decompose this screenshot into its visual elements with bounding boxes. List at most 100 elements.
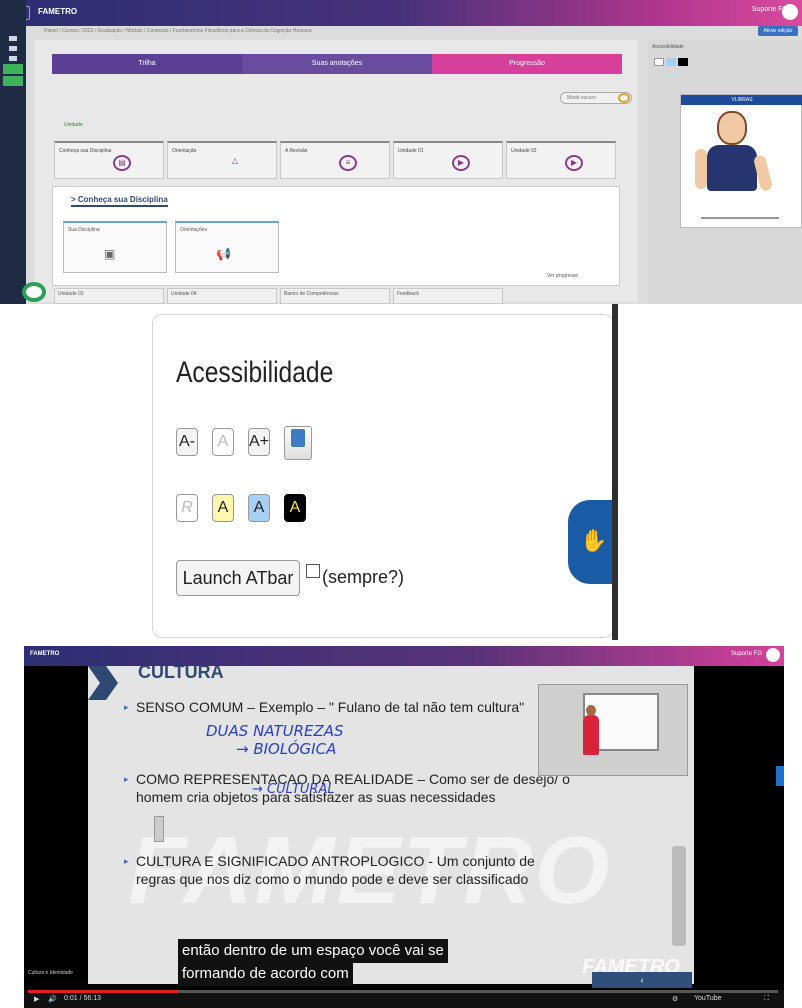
- slide-side-tab[interactable]: [154, 816, 164, 842]
- triangle-icon: △: [231, 156, 239, 165]
- edit-mode-button[interactable]: Ativar edição: [758, 26, 798, 36]
- video-user[interactable]: Suporte FG: [731, 651, 762, 657]
- handwritten-note: → BIOLÓGICA: [236, 740, 337, 758]
- bottom-tab[interactable]: Banco de Competências: [280, 288, 390, 304]
- contrast-swatch[interactable]: [666, 58, 676, 66]
- activity-card[interactable]: A Revisão ≡: [280, 141, 390, 179]
- youtube-logo[interactable]: YouTube: [694, 995, 722, 1002]
- video-player[interactable]: FAMETRO FAMETRO CULTURA SENSO COMUM – Ex…: [24, 646, 784, 1008]
- slide-bullet: SENSO COMUM – Exemplo – " Fulano de tal …: [124, 698, 576, 716]
- section-panel: > Conheça sua Disciplina Sua Disciplina ▣…: [52, 186, 620, 286]
- left-caption: Cultura e Identidade: [28, 970, 74, 976]
- play-icon: ▶: [565, 155, 583, 171]
- progress-bar[interactable]: [28, 990, 778, 993]
- video-avatar[interactable]: [766, 648, 780, 662]
- avatar-head: [717, 111, 747, 145]
- brand-logo: FAMETRO: [38, 7, 78, 16]
- dark-mode-toggle[interactable]: Modo escuro: [560, 92, 632, 104]
- progress-link[interactable]: Ver progresso: [547, 273, 578, 279]
- slide-bullet: CULTURA E SIGNIFICADO ANTROPLOGICO - Um …: [124, 852, 576, 888]
- always-checkbox[interactable]: [306, 564, 320, 578]
- play-icon[interactable]: ▶: [34, 995, 39, 1003]
- user-avatar[interactable]: [782, 4, 798, 20]
- handwritten-note: → CULTURAL: [252, 782, 335, 797]
- tab-progressao[interactable]: Progressão: [432, 54, 622, 74]
- activity-label: Orientação: [172, 148, 197, 154]
- accessibility-title: Acessibilidade: [176, 356, 334, 389]
- bottom-tab[interactable]: Feedback: [393, 288, 503, 304]
- contrast-blue-button[interactable]: A: [248, 494, 270, 522]
- bottom-tab[interactable]: Unidade 03: [54, 288, 164, 304]
- contrast-black-button[interactable]: A: [284, 494, 306, 522]
- download-icon[interactable]: [284, 426, 312, 460]
- fullscreen-icon[interactable]: ⛶: [764, 995, 769, 1003]
- always-label: (sempre?): [322, 567, 405, 587]
- unit-tag: Unidade: [64, 122, 83, 128]
- contrast-swatch[interactable]: [678, 58, 688, 66]
- activity-label: A Revisão: [285, 148, 308, 154]
- breadcrumb[interactable]: Painel / Cursos / 2023 / Graduação / Mód…: [44, 28, 312, 34]
- contrast-yellow-button[interactable]: A: [212, 494, 234, 522]
- avatar-body: [707, 145, 757, 191]
- settings-icon[interactable]: ⚙: [672, 995, 678, 1003]
- speed-slider[interactable]: [701, 217, 779, 219]
- subactivity-label: Orientações: [180, 227, 207, 233]
- document-icon: ▣: [104, 247, 116, 261]
- caption-line-2: formando de acordo com: [178, 962, 353, 986]
- book-icon: ▤: [113, 155, 131, 171]
- chevron-icon: [88, 666, 118, 700]
- launch-atbar-button[interactable]: Launch ATbar: [176, 560, 300, 596]
- activity-card[interactable]: Orientação △: [167, 141, 277, 179]
- activity-label: Unidade 02: [511, 148, 537, 154]
- activity-card[interactable]: Conheça sua Disciplina ▤: [54, 141, 164, 179]
- left-sidebar: [0, 0, 26, 304]
- side-handle[interactable]: [776, 766, 784, 786]
- tab-trilha[interactable]: Trilha: [52, 54, 242, 74]
- subactivity-card[interactable]: Sua Disciplina ▣: [63, 221, 167, 273]
- sign-language-icon: ✋: [580, 528, 608, 553]
- toggle-label: Modo escuro: [567, 95, 596, 101]
- nav-icon[interactable]: [9, 36, 17, 41]
- font-decrease-button[interactable]: A-: [176, 428, 198, 456]
- font-reset-button[interactable]: A: [212, 428, 234, 456]
- slide-nav[interactable]: ‹: [592, 972, 692, 988]
- nav-icon[interactable]: [9, 56, 17, 61]
- top-navbar: FAMETRO Suporte FG: [0, 0, 802, 26]
- contrast-swatch[interactable]: [654, 58, 664, 66]
- tab-anotacoes[interactable]: Suas anotações: [242, 54, 432, 74]
- activity-card[interactable]: Unidade 02 ▶: [506, 141, 616, 179]
- play-icon: ▶: [452, 155, 470, 171]
- right-panel-title: Acessibilidade: [652, 44, 684, 50]
- handwritten-note: DUAS NATUREZAS: [206, 722, 344, 740]
- activity-label: Conheça sua Disciplina: [59, 148, 112, 154]
- video-brand: FAMETRO: [30, 651, 60, 657]
- nav-active-icon[interactable]: [3, 76, 23, 86]
- accessibility-widget: Acessibilidade A- A A+ R A A A Launch AT…: [150, 304, 618, 640]
- arrow-icon: [291, 429, 305, 447]
- avatar-arm: [695, 149, 707, 189]
- activity-label: Unidade 01: [398, 148, 424, 154]
- slide-bullet: COMO REPRESENTACAO DA REALIDADE – Como s…: [124, 770, 576, 806]
- toggle-knob-icon: [618, 93, 630, 103]
- nav-icon[interactable]: [9, 46, 17, 51]
- frame-border: [612, 304, 618, 640]
- drawing-toolbar[interactable]: [672, 846, 686, 946]
- video-top-bar: FAMETRO Suporte FG: [24, 646, 784, 666]
- caption-line-1: então dentro de um espaço você vai se: [178, 939, 448, 963]
- volume-icon[interactable]: 🔊: [48, 995, 57, 1003]
- bottom-tab[interactable]: Unidade 04: [167, 288, 277, 304]
- font-increase-button[interactable]: A+: [248, 428, 270, 456]
- contrast-reset-button[interactable]: R: [176, 494, 198, 522]
- vlibras-widget[interactable]: VLIBRAS: [680, 94, 802, 228]
- megaphone-icon: 📢: [216, 247, 231, 261]
- time-display: 0:01 / 56:13: [64, 995, 101, 1002]
- chat-bubble-icon[interactable]: [22, 282, 46, 302]
- presenter-body: [583, 715, 599, 755]
- presenter-head: [586, 705, 596, 716]
- activity-card[interactable]: Unidade 01 ▶: [393, 141, 503, 179]
- nav-active-icon[interactable]: [3, 64, 23, 74]
- lms-screenshot: FAMETRO Suporte FG Painel / Cursos / 202…: [0, 0, 802, 304]
- section-title[interactable]: > Conheça sua Disciplina: [71, 195, 168, 207]
- subactivity-card[interactable]: Orientações 📢: [175, 221, 279, 273]
- vlibras-side-button[interactable]: ✋: [568, 500, 612, 584]
